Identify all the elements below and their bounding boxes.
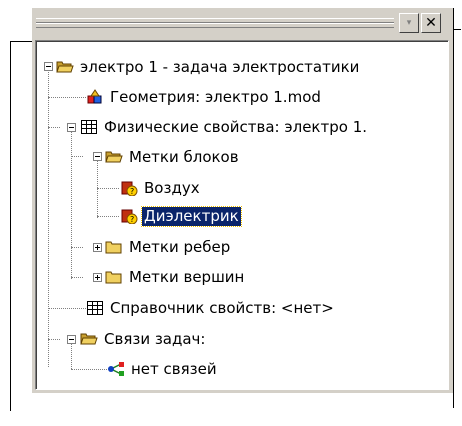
folder-open-icon xyxy=(56,59,74,75)
tree-node-label: нет связей xyxy=(131,359,217,378)
tree-node-edge-labels[interactable]: Метки ребер xyxy=(105,237,232,257)
tree-node-property-reference[interactable]: Справочник свойств: <нет> xyxy=(86,298,336,318)
tree-line xyxy=(48,127,60,128)
outer-border-tick xyxy=(453,29,461,30)
folder-open-icon xyxy=(80,331,98,347)
label-unknown-icon: ? xyxy=(120,208,138,224)
tree-node-root[interactable]: электро 1 - задача электростатики xyxy=(56,57,361,77)
drag-grip[interactable] xyxy=(36,18,394,28)
expand-toggle-vertex-labels[interactable] xyxy=(93,273,102,282)
collapse-toggle-root[interactable] xyxy=(44,62,53,71)
tree-line xyxy=(71,277,83,278)
folder-open-icon xyxy=(105,149,123,165)
collapse-toggle-block-labels[interactable] xyxy=(93,152,102,161)
screenshot-frame: ▾ ✕ электро 1 - задача электростатики Ге… xyxy=(0,0,462,426)
tree-node-label: электро 1 - задача электростатики xyxy=(80,57,360,76)
collapse-toggle-physical[interactable] xyxy=(67,123,76,132)
tree-node-label: Метки ребер xyxy=(129,237,231,256)
tree-line xyxy=(71,247,83,248)
tree-node-label: Диэлектрик xyxy=(141,205,242,227)
table-icon xyxy=(80,119,98,135)
svg-text:?: ? xyxy=(130,215,134,224)
tree-line xyxy=(48,339,60,340)
tree-line xyxy=(97,188,119,189)
folder-closed-icon xyxy=(105,239,123,255)
link-icon xyxy=(107,361,125,377)
tree-line xyxy=(71,129,72,279)
outer-border-right xyxy=(453,8,454,408)
tree-line xyxy=(48,308,86,309)
expand-toggle-edge-labels[interactable] xyxy=(93,243,102,252)
panel-titlebar[interactable]: ▾ ✕ xyxy=(32,8,453,40)
tree-line xyxy=(71,369,107,370)
tree-node-physical-properties[interactable]: Физические свойства: электро 1. xyxy=(80,117,369,137)
close-icon: ✕ xyxy=(425,15,437,31)
close-button[interactable]: ✕ xyxy=(421,13,441,33)
label-unknown-icon: ? xyxy=(120,180,138,196)
collapse-toggle-links[interactable] xyxy=(67,335,76,344)
table-icon xyxy=(86,300,104,316)
tree-line xyxy=(48,67,49,367)
tree-node-label: Геометрия: электро 1.mod xyxy=(110,87,321,106)
project-tree-panel: ▾ ✕ электро 1 - задача электростатики Ге… xyxy=(32,8,453,393)
tree-node-label: Метки блоков xyxy=(129,147,239,166)
tree-node-task-links[interactable]: Связи задач: xyxy=(80,329,207,349)
folder-closed-icon xyxy=(105,269,123,285)
tree-line xyxy=(97,216,119,217)
chevron-down-icon: ▾ xyxy=(406,18,412,28)
geometry-icon xyxy=(86,89,104,105)
tree-node-geometry[interactable]: Геометрия: электро 1.mod xyxy=(86,87,323,107)
tree-node-label: Физические свойства: электро 1. xyxy=(104,117,368,136)
tree-node-label: Справочник свойств: <нет> xyxy=(110,298,334,317)
tree-line xyxy=(48,97,86,98)
tree-line xyxy=(71,156,83,157)
outer-border-top xyxy=(10,41,32,42)
tree-node-dielectric[interactable]: ? Диэлектрик xyxy=(120,205,242,227)
outer-border-left xyxy=(10,41,11,411)
tree-node-no-links[interactable]: нет связей xyxy=(107,359,219,379)
tree-node-vertex-labels[interactable]: Метки вершин xyxy=(105,267,246,287)
tree-node-air[interactable]: ? Воздух xyxy=(120,178,202,198)
tree-node-block-labels[interactable]: Метки блоков xyxy=(105,147,241,167)
tree-node-label: Метки вершин xyxy=(129,267,245,286)
svg-text:?: ? xyxy=(130,187,134,196)
dropdown-button[interactable]: ▾ xyxy=(399,13,419,33)
tree-node-label: Воздух xyxy=(144,178,200,197)
tree-node-label: Связи задач: xyxy=(104,329,206,348)
project-tree[interactable]: электро 1 - задача электростатики Геомет… xyxy=(35,40,449,390)
